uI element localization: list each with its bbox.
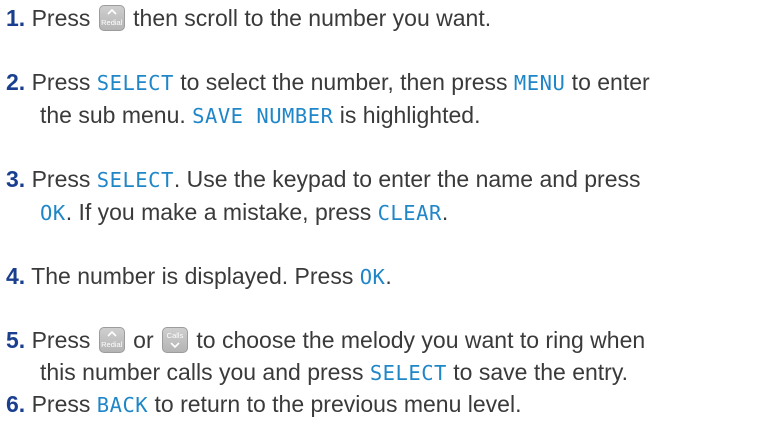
step-text: . Use the keypad to enter the name and p… — [173, 166, 641, 192]
step-text: is highlighted. — [333, 102, 481, 128]
calls-key-icon: Calls — [162, 327, 188, 353]
redial-key-icon: Redial — [98, 327, 125, 353]
step-3: 3. Press SELECT. Use the keypad to enter… — [6, 163, 772, 229]
step-number: 1 — [6, 5, 19, 31]
redial-key-icon: Redial — [98, 5, 125, 31]
step-number-dot: . — [18, 166, 26, 192]
step-text: then scroll to the number you want. — [133, 5, 492, 31]
step-text: or — [133, 327, 154, 353]
step-number-dot: . — [18, 69, 26, 95]
step-text: to save the entry. — [446, 359, 629, 385]
menu-save-number: SAVE NUMBER — [192, 104, 334, 128]
key-select: SELECT — [369, 361, 447, 385]
step-text: Press — [31, 69, 97, 95]
step-text: Press — [31, 5, 91, 31]
step-number: 4 — [6, 263, 19, 289]
step-text: Press — [31, 391, 97, 417]
calls-key-label: Calls — [166, 331, 184, 340]
step-number-dot: . — [18, 5, 26, 31]
step-text: . If you make a mistake, press — [65, 199, 378, 225]
step-1: 1. Press Redial then scroll to the numbe… — [6, 2, 772, 34]
step-number: 6 — [6, 391, 19, 417]
step-line: OK. If you make a mistake, press CLEAR. — [6, 196, 772, 229]
step-text: The number is displayed. Press — [31, 263, 360, 289]
step-text: . — [441, 199, 449, 225]
step-text: this number calls you and press — [40, 359, 370, 385]
step-number: 5 — [6, 327, 19, 353]
key-clear: CLEAR — [377, 201, 442, 225]
step-line: this number calls you and press SELECT t… — [6, 356, 772, 389]
key-menu: MENU — [513, 71, 566, 95]
key-select: SELECT — [96, 168, 174, 192]
redial-key-label: Redial — [101, 340, 123, 349]
redial-key-label: Redial — [101, 18, 123, 27]
step-text: to return to the previous menu level. — [148, 391, 522, 417]
step-number-dot: . — [18, 327, 26, 353]
step-number-dot: . — [18, 391, 26, 417]
key-back: BACK — [96, 393, 149, 417]
step-text: Press — [31, 166, 97, 192]
step-text: . — [385, 263, 392, 289]
step-text: Press — [31, 327, 91, 353]
step-number-dot: . — [18, 263, 26, 289]
step-2: 2. Press SELECT to select the number, th… — [6, 66, 772, 132]
key-ok: OK — [359, 265, 386, 289]
step-number: 3 — [6, 166, 19, 192]
step-text: to select the number, then press — [173, 69, 514, 95]
step-line: the sub menu. SAVE NUMBER is highlighted… — [6, 99, 772, 132]
step-text: the sub menu. — [40, 102, 193, 128]
step-number: 2 — [6, 69, 19, 95]
step-4: 4. The number is displayed. Press OK. — [6, 260, 772, 293]
key-select: SELECT — [96, 71, 174, 95]
step-line: 5. Press Redial or Calls to choose the m… — [6, 324, 772, 356]
step-line: 2. Press SELECT to select the number, th… — [6, 66, 772, 99]
step-6: 6. Press BACK to return to the previous … — [6, 388, 772, 421]
step-text: to choose the melody you want to ring wh… — [196, 327, 646, 353]
step-text: to enter — [565, 69, 650, 95]
step-5: 5. Press Redial or Calls to choose the m… — [6, 324, 772, 389]
key-ok: OK — [40, 201, 66, 225]
step-line: 3. Press SELECT. Use the keypad to enter… — [6, 163, 772, 196]
